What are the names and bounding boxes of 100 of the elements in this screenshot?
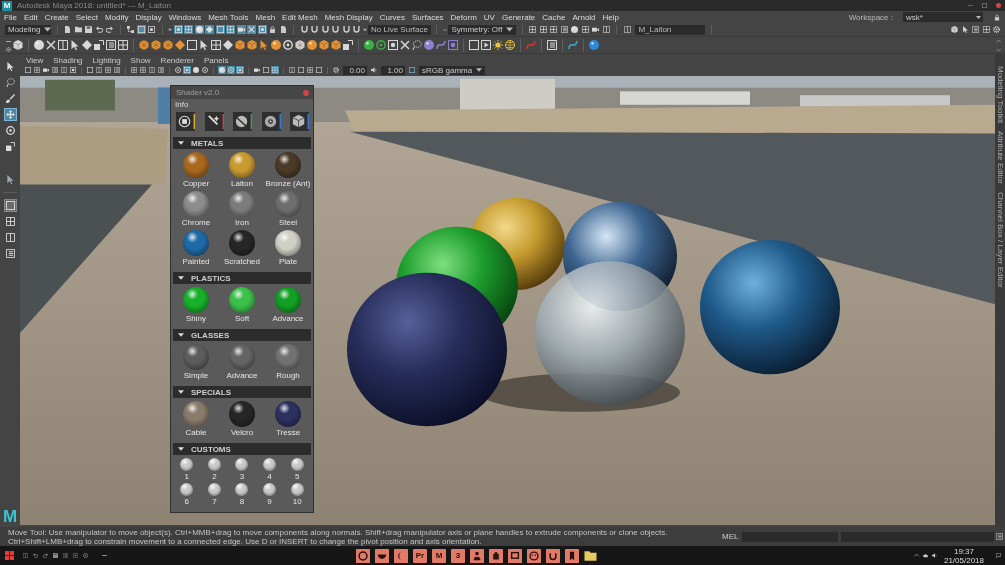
lock-icon[interactable]	[268, 25, 277, 34]
gear-icon[interactable]	[332, 66, 340, 74]
magnet-icon[interactable]	[320, 25, 330, 34]
folder-icon[interactable]	[73, 25, 83, 34]
magnet-icon[interactable]	[331, 25, 340, 34]
custom-material-button[interactable]: 3	[228, 458, 256, 482]
menu-item[interactable]: Edit Mesh	[282, 12, 318, 22]
hexagon-icon[interactable]	[151, 40, 161, 50]
cube-icon[interactable]	[950, 25, 959, 34]
menu-item[interactable]: Deform	[450, 12, 477, 22]
list-icon[interactable]	[3, 247, 17, 260]
symmetry-dropdown[interactable]: Symmetry: Off	[448, 24, 517, 35]
magnet-icon[interactable]	[310, 25, 319, 34]
grid-icon[interactable]	[3, 215, 17, 228]
panel-menu-item[interactable]: Renderer	[160, 55, 194, 65]
brush-icon[interactable]	[3, 92, 17, 105]
scale-icon[interactable]	[3, 140, 17, 153]
custom-material-button[interactable]: 5	[283, 458, 311, 482]
sphere-icon[interactable]	[364, 40, 374, 50]
lasso-icon[interactable]	[412, 40, 422, 50]
menu-item[interactable]: Create	[44, 12, 69, 22]
diamond-icon[interactable]	[175, 40, 185, 50]
panel-menu-item[interactable]: Panels	[203, 55, 229, 65]
app-tile-button[interactable]: M	[432, 548, 446, 563]
curve-icon[interactable]	[568, 40, 578, 50]
globe-icon[interactable]	[505, 40, 515, 50]
material-button[interactable]: Advance	[219, 344, 265, 381]
grid-icon[interactable]	[580, 25, 590, 34]
material-button[interactable]: Cable	[173, 401, 219, 438]
custom-material-button[interactable]: 2	[200, 458, 229, 482]
undo-icon[interactable]	[33, 553, 38, 558]
cube-icon[interactable]	[13, 40, 23, 50]
puzzle-tile-icon[interactable]	[489, 548, 503, 563]
panel-menu-item[interactable]: Lighting	[92, 55, 121, 65]
page-icon[interactable]	[63, 25, 72, 34]
material-button[interactable]: Plate	[265, 230, 311, 267]
gamma-field[interactable]: 1.00	[381, 65, 405, 75]
ring-tile-icon[interactable]	[356, 548, 370, 563]
custom-material-button[interactable]: 9	[255, 483, 284, 507]
grid-icon[interactable]	[211, 40, 221, 50]
chat-tile-icon[interactable]	[508, 548, 522, 563]
square-dot-icon[interactable]	[448, 40, 458, 50]
material-button[interactable]: Scratched	[219, 230, 265, 267]
sphere-icon[interactable]	[271, 40, 281, 50]
menu-item[interactable]: Edit	[23, 12, 38, 22]
material-button[interactable]: Laiton	[219, 152, 265, 189]
ring-icon[interactable]	[376, 40, 386, 50]
cube-icon[interactable]	[247, 40, 257, 50]
app-tile-button[interactable]: Pr	[413, 548, 427, 563]
workspace-dropdown[interactable]: wsk*	[903, 12, 983, 22]
bookmark-tile-icon[interactable]	[565, 548, 579, 563]
sphere-icon[interactable]	[34, 40, 44, 50]
diamond-icon[interactable]	[82, 40, 92, 50]
cube-icon[interactable]	[290, 112, 309, 131]
camera-icon[interactable]	[236, 25, 246, 34]
custom-material-button[interactable]: 4	[255, 458, 284, 482]
four-squares-icon[interactable]	[5, 551, 14, 560]
list-icon[interactable]	[971, 25, 980, 34]
redo-icon[interactable]	[105, 25, 114, 34]
play-icon[interactable]	[73, 553, 78, 558]
name-field[interactable]: M_Laiton	[635, 24, 706, 35]
menu-item[interactable]: Mesh Display	[324, 12, 373, 22]
hexagon-icon[interactable]	[139, 40, 149, 50]
custom-material-button[interactable]: 6	[173, 483, 201, 507]
side-tab[interactable]: Channel Box / Layer Editor	[995, 192, 1005, 288]
pointer-icon[interactable]	[960, 25, 970, 34]
section-header[interactable]: PLASTICS	[173, 272, 311, 284]
live-surface-button[interactable]: No Live Surface	[368, 24, 431, 35]
close-icon[interactable]	[996, 3, 1001, 8]
gear-icon[interactable]	[6, 46, 11, 52]
material-button[interactable]: Tresse	[265, 401, 311, 438]
custom-material-button[interactable]: 1	[173, 458, 201, 482]
magnet-icon[interactable]	[341, 25, 351, 34]
grid-icon[interactable]	[130, 66, 138, 74]
square-icon[interactable]	[3, 199, 17, 212]
camera-icon[interactable]	[42, 66, 50, 74]
material-button[interactable]: Painted	[173, 230, 219, 267]
ring-icon[interactable]	[83, 553, 88, 558]
menu-item[interactable]: Windows	[168, 12, 202, 22]
pointer-icon[interactable]	[199, 40, 209, 50]
cross-icon[interactable]	[400, 40, 410, 50]
scale-icon[interactable]	[343, 40, 353, 50]
bag-tile-icon[interactable]	[546, 548, 560, 563]
scale-icon[interactable]	[94, 40, 104, 50]
menu-item[interactable]: Display	[135, 12, 162, 22]
material-button[interactable]: Shiny	[173, 287, 219, 324]
menu-item[interactable]: Mesh Tools	[208, 12, 249, 22]
undo-icon[interactable]	[94, 25, 104, 34]
menu-item[interactable]: File	[4, 12, 17, 22]
speaker-icon[interactable]	[931, 553, 937, 558]
material-button[interactable]: Rough	[265, 344, 311, 381]
split-pane-icon[interactable]	[3, 231, 17, 244]
sun-icon[interactable]	[493, 40, 503, 50]
side-tab[interactable]: Modeling Toolkit	[995, 66, 1005, 124]
pointer-icon[interactable]	[259, 40, 269, 50]
hexagon-icon[interactable]	[163, 40, 173, 50]
section-header[interactable]: SPECIALS	[173, 386, 311, 398]
sphere-icon[interactable]	[307, 40, 317, 50]
section-header[interactable]: GLASSES	[173, 329, 311, 341]
caret-up-icon[interactable]	[913, 553, 919, 558]
